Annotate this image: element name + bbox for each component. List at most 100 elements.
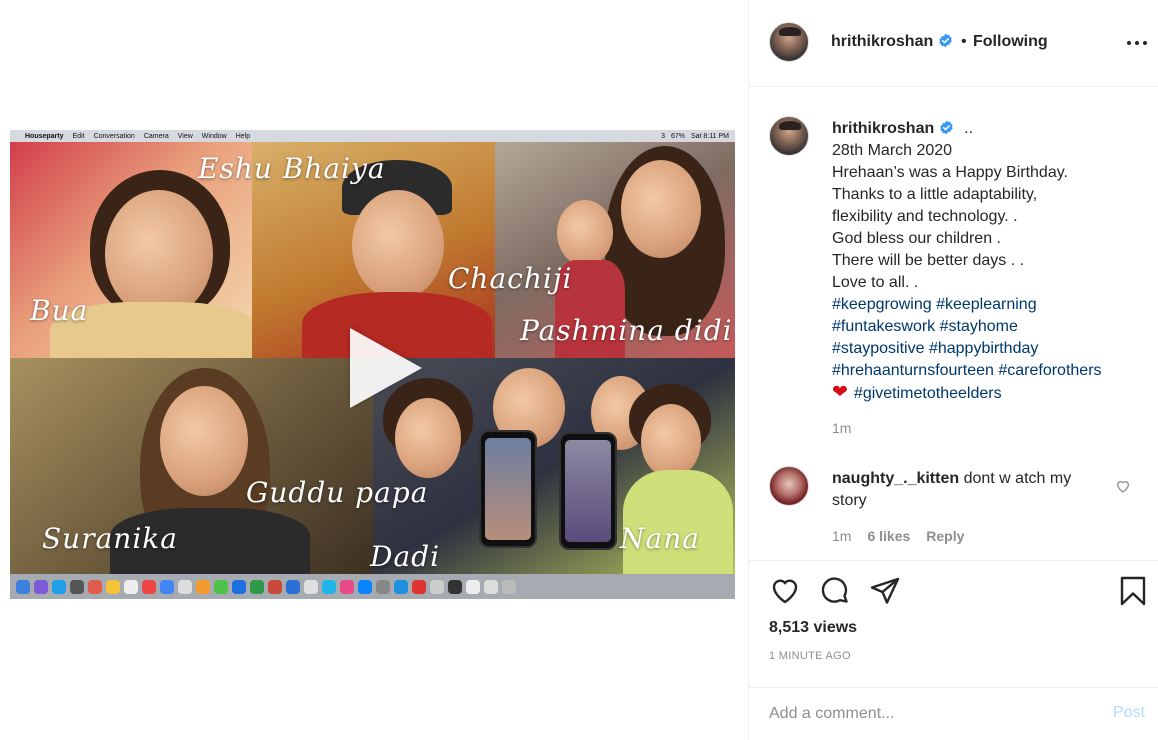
hashtag-link[interactable]: #funtakeswork bbox=[832, 318, 935, 335]
dock-app-icon bbox=[70, 579, 84, 594]
caption-line: 28th March 2020 bbox=[832, 142, 953, 159]
phone-screen bbox=[565, 440, 611, 542]
hashtag-link[interactable]: #happybirthday bbox=[929, 340, 1038, 357]
following-button[interactable]: Following bbox=[973, 33, 1048, 51]
dock-app-icon bbox=[16, 579, 30, 594]
caption-line: flexibility and technology. . bbox=[832, 208, 1018, 225]
bookmark-icon[interactable] bbox=[1117, 575, 1149, 607]
hashtag-link[interactable]: #stayhome bbox=[940, 318, 1018, 335]
dock-app-icon bbox=[232, 579, 246, 594]
author-username-link[interactable]: hrithikroshan bbox=[831, 33, 953, 51]
add-comment-input[interactable] bbox=[769, 702, 1089, 726]
dock-app-icon bbox=[268, 579, 282, 594]
dock-app-icon bbox=[376, 579, 390, 594]
dock-app-icon bbox=[196, 579, 210, 594]
post-age[interactable]: 1 MINUTE AGO bbox=[769, 650, 851, 662]
comment-item: naughty_._kitten dont w atch my story bbox=[832, 468, 1102, 512]
caption-username[interactable]: hrithikroshan bbox=[832, 120, 934, 137]
menubar-item: Window bbox=[201, 132, 227, 140]
label-nana: Nana bbox=[620, 522, 700, 555]
view-count[interactable]: 8,513 views bbox=[769, 619, 857, 637]
phone-facetime bbox=[479, 430, 537, 548]
hashtag-row: #keepgrowing #keeplearning bbox=[832, 294, 1142, 316]
hashtag-row: #funtakeswork #stayhome bbox=[832, 316, 1142, 338]
hashtag-link[interactable]: #careforothers bbox=[998, 362, 1101, 379]
caption-author-avatar[interactable] bbox=[769, 116, 809, 156]
heart-outline-small-icon[interactable] bbox=[1115, 478, 1131, 494]
dock-app-icon bbox=[322, 579, 336, 594]
hashtag-row: #staypositive #happybirthday bbox=[832, 338, 1142, 360]
label-chachiji: Chachiji bbox=[448, 262, 573, 295]
comment-time[interactable]: 1m bbox=[832, 528, 851, 544]
dock-app-icon bbox=[106, 579, 120, 594]
dock-app-icon bbox=[214, 579, 228, 594]
media-pane: Houseparty Edit Conversation Camera View… bbox=[0, 0, 748, 740]
caption-line: Hrehaan’s was a Happy Birthday. bbox=[832, 164, 1068, 181]
hashtag-link[interactable]: #staypositive bbox=[832, 340, 925, 357]
add-comment-bar: Post bbox=[749, 687, 1158, 740]
caption-line: God bless our children . bbox=[832, 230, 1001, 247]
hashtag-link[interactable]: #givetimetotheelders bbox=[854, 385, 1002, 402]
dock-app-icon bbox=[52, 579, 66, 594]
person-face bbox=[105, 190, 213, 318]
label-suranika: Suranika bbox=[42, 522, 178, 555]
person-face bbox=[352, 190, 444, 300]
dock-app-icon bbox=[178, 579, 192, 594]
mac-dock bbox=[10, 574, 735, 599]
caption-timestamp[interactable]: 1m bbox=[832, 420, 851, 436]
author-username: hrithikroshan bbox=[831, 33, 934, 50]
dock-app-icon bbox=[430, 579, 444, 594]
caption-line: Love to all. . bbox=[832, 274, 919, 291]
post-side-panel: hrithikroshan • Following hrithikroshan … bbox=[748, 0, 1158, 740]
dock-app-icon bbox=[250, 579, 264, 594]
reply-button[interactable]: Reply bbox=[926, 528, 964, 544]
paper-plane-icon[interactable] bbox=[869, 575, 901, 607]
label-guddu-papa: Guddu papa bbox=[246, 476, 429, 509]
more-options-icon[interactable] bbox=[1125, 32, 1149, 52]
dock-app-icon bbox=[448, 579, 462, 594]
post-header: hrithikroshan • Following bbox=[749, 0, 1158, 87]
red-heart-emoji-icon: ❤ bbox=[832, 382, 848, 403]
comment-likes[interactable]: 6 likes bbox=[867, 528, 910, 544]
menubar-status: 3 67% Sat 8:11 PM bbox=[661, 133, 729, 140]
person-face bbox=[621, 160, 701, 258]
menubar-item: Help bbox=[235, 132, 251, 140]
dock-app-icon bbox=[358, 579, 372, 594]
heart-outline-icon[interactable] bbox=[769, 575, 801, 607]
label-bua: Bua bbox=[30, 294, 89, 327]
hashtag-link[interactable]: #keepgrowing bbox=[832, 296, 932, 313]
comment-meta: 1m 6 likes Reply bbox=[832, 528, 964, 544]
menubar-app-name: Houseparty bbox=[25, 132, 64, 140]
menubar-battery: 67% bbox=[670, 132, 685, 140]
menubar-item: Camera bbox=[143, 132, 169, 140]
commenter-username[interactable]: naughty_._kitten bbox=[832, 470, 959, 487]
person-face bbox=[557, 200, 613, 266]
dock-app-icon bbox=[340, 579, 354, 594]
post-video[interactable]: Houseparty Edit Conversation Camera View… bbox=[10, 130, 735, 599]
author-avatar[interactable] bbox=[769, 22, 809, 62]
comment-bubble-icon[interactable] bbox=[819, 575, 851, 607]
post-comment-button[interactable]: Post bbox=[1113, 704, 1145, 722]
action-divider bbox=[749, 560, 1158, 561]
person-face bbox=[160, 386, 248, 496]
dock-app-icon bbox=[466, 579, 480, 594]
verified-badge-icon bbox=[939, 120, 953, 135]
menubar-item: View bbox=[177, 132, 193, 140]
hashtag-row: ❤ #givetimetotheelders bbox=[832, 382, 1142, 405]
caption-line: Thanks to a little adaptability, bbox=[832, 186, 1038, 203]
menubar-status-count: 3 bbox=[661, 132, 665, 140]
mac-menubar: Houseparty Edit Conversation Camera View… bbox=[10, 130, 735, 142]
dock-app-icon bbox=[160, 579, 174, 594]
person-face bbox=[395, 398, 461, 478]
post-caption: hrithikroshan .. 28th March 2020 Hrehaan… bbox=[832, 118, 1142, 405]
menubar-item: Conversation bbox=[93, 132, 135, 140]
verified-badge-icon bbox=[938, 33, 952, 48]
header-bullet: • bbox=[961, 33, 967, 50]
dock-app-icon bbox=[286, 579, 300, 594]
hashtag-link[interactable]: #keeplearning bbox=[936, 296, 1037, 313]
hashtag-link[interactable]: #hrehaanturnsfourteen bbox=[832, 362, 994, 379]
play-icon[interactable] bbox=[350, 328, 422, 408]
hashtag-row: #hrehaanturnsfourteen #careforothers bbox=[832, 360, 1142, 382]
phone-screen bbox=[485, 438, 531, 540]
commenter-avatar[interactable] bbox=[769, 466, 809, 506]
